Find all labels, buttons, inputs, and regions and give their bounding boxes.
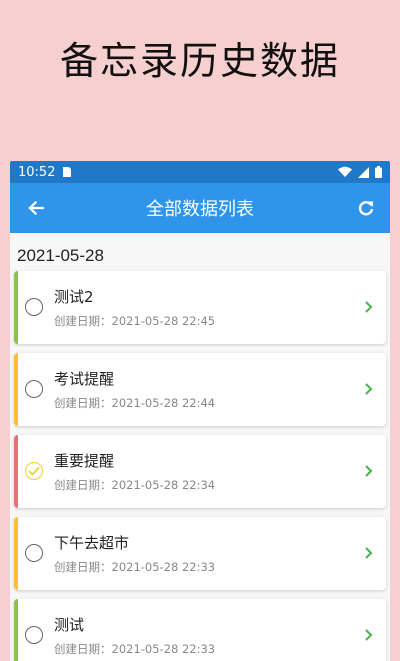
priority-color-bar [14, 599, 18, 661]
wifi-icon [338, 166, 352, 177]
refresh-button[interactable] [354, 196, 378, 220]
refresh-icon [358, 201, 374, 216]
unchecked-circle-icon[interactable] [25, 544, 43, 562]
item-title: 下午去超市 [54, 534, 130, 552]
arrow-left-icon [28, 200, 45, 216]
page-title: 全部数据列表 [146, 199, 254, 220]
unchecked-circle-icon[interactable] [25, 298, 43, 316]
item-title: 测试 [54, 616, 85, 634]
list-item[interactable]: 重要提醒创建日期：2021-05-28 22:34 [14, 435, 386, 508]
unchecked-circle-icon[interactable] [25, 626, 43, 644]
promo-title: 备忘录历史数据 [59, 39, 340, 83]
chevron-right-icon[interactable] [360, 627, 376, 643]
records-list: 测试2 创建日期：2021-05-28 22:45 考试提醒创建日期：2021-05… [10, 269, 390, 661]
list-item[interactable]: 测试2 创建日期：2021-05-28 22:45 [14, 271, 386, 344]
item-created-date: 创建日期：2021-05-28 22:44 [54, 396, 216, 410]
item-created-date: 创建日期：2021-05-28 22:45 [54, 314, 216, 328]
status-bar: 10:52 [10, 161, 390, 183]
priority-color-bar [14, 271, 18, 344]
list-item[interactable]: 下午去超市创建日期：2021-05-28 22:33 [14, 517, 386, 590]
back-button[interactable] [24, 196, 48, 220]
item-created-date: 创建日期：2021-05-28 22:33 [54, 642, 216, 656]
list-item[interactable]: 测试创建日期：2021-05-28 22:33 [14, 599, 386, 661]
item-title: 考试提醒 [54, 370, 115, 388]
battery-icon [375, 166, 382, 178]
item-created-date: 创建日期：2021-05-28 22:34 [54, 478, 216, 492]
item-title: 重要提醒 [54, 452, 115, 470]
signal-icon [358, 166, 369, 178]
chevron-right-icon[interactable] [360, 545, 376, 561]
list-item[interactable]: 考试提醒创建日期：2021-05-28 22:44 [14, 353, 386, 426]
group-date-header: 2021-05-28 [17, 246, 104, 265]
item-title: 测试2 [54, 288, 94, 306]
chevron-right-icon[interactable] [360, 381, 376, 397]
sim-card-icon [63, 167, 72, 177]
chevron-right-icon[interactable] [360, 299, 376, 315]
checked-circle-icon[interactable] [25, 462, 43, 480]
item-created-date: 创建日期：2021-05-28 22:33 [54, 560, 216, 574]
priority-color-bar [14, 353, 18, 426]
chevron-right-icon[interactable] [360, 463, 376, 479]
priority-color-bar [14, 517, 18, 590]
status-time: 10:52 [18, 164, 56, 180]
phone-screen: 10:52 全部数据列表 2021-05-28 测试2 创建日期：2021-05… [10, 161, 390, 661]
unchecked-circle-icon[interactable] [25, 380, 43, 398]
priority-color-bar [14, 435, 18, 508]
records-list-area: 2021-05-28 测试2 创建日期：2021-05-28 22:45 考试提醒创… [10, 233, 390, 661]
app-bar: 全部数据列表 [10, 183, 390, 233]
